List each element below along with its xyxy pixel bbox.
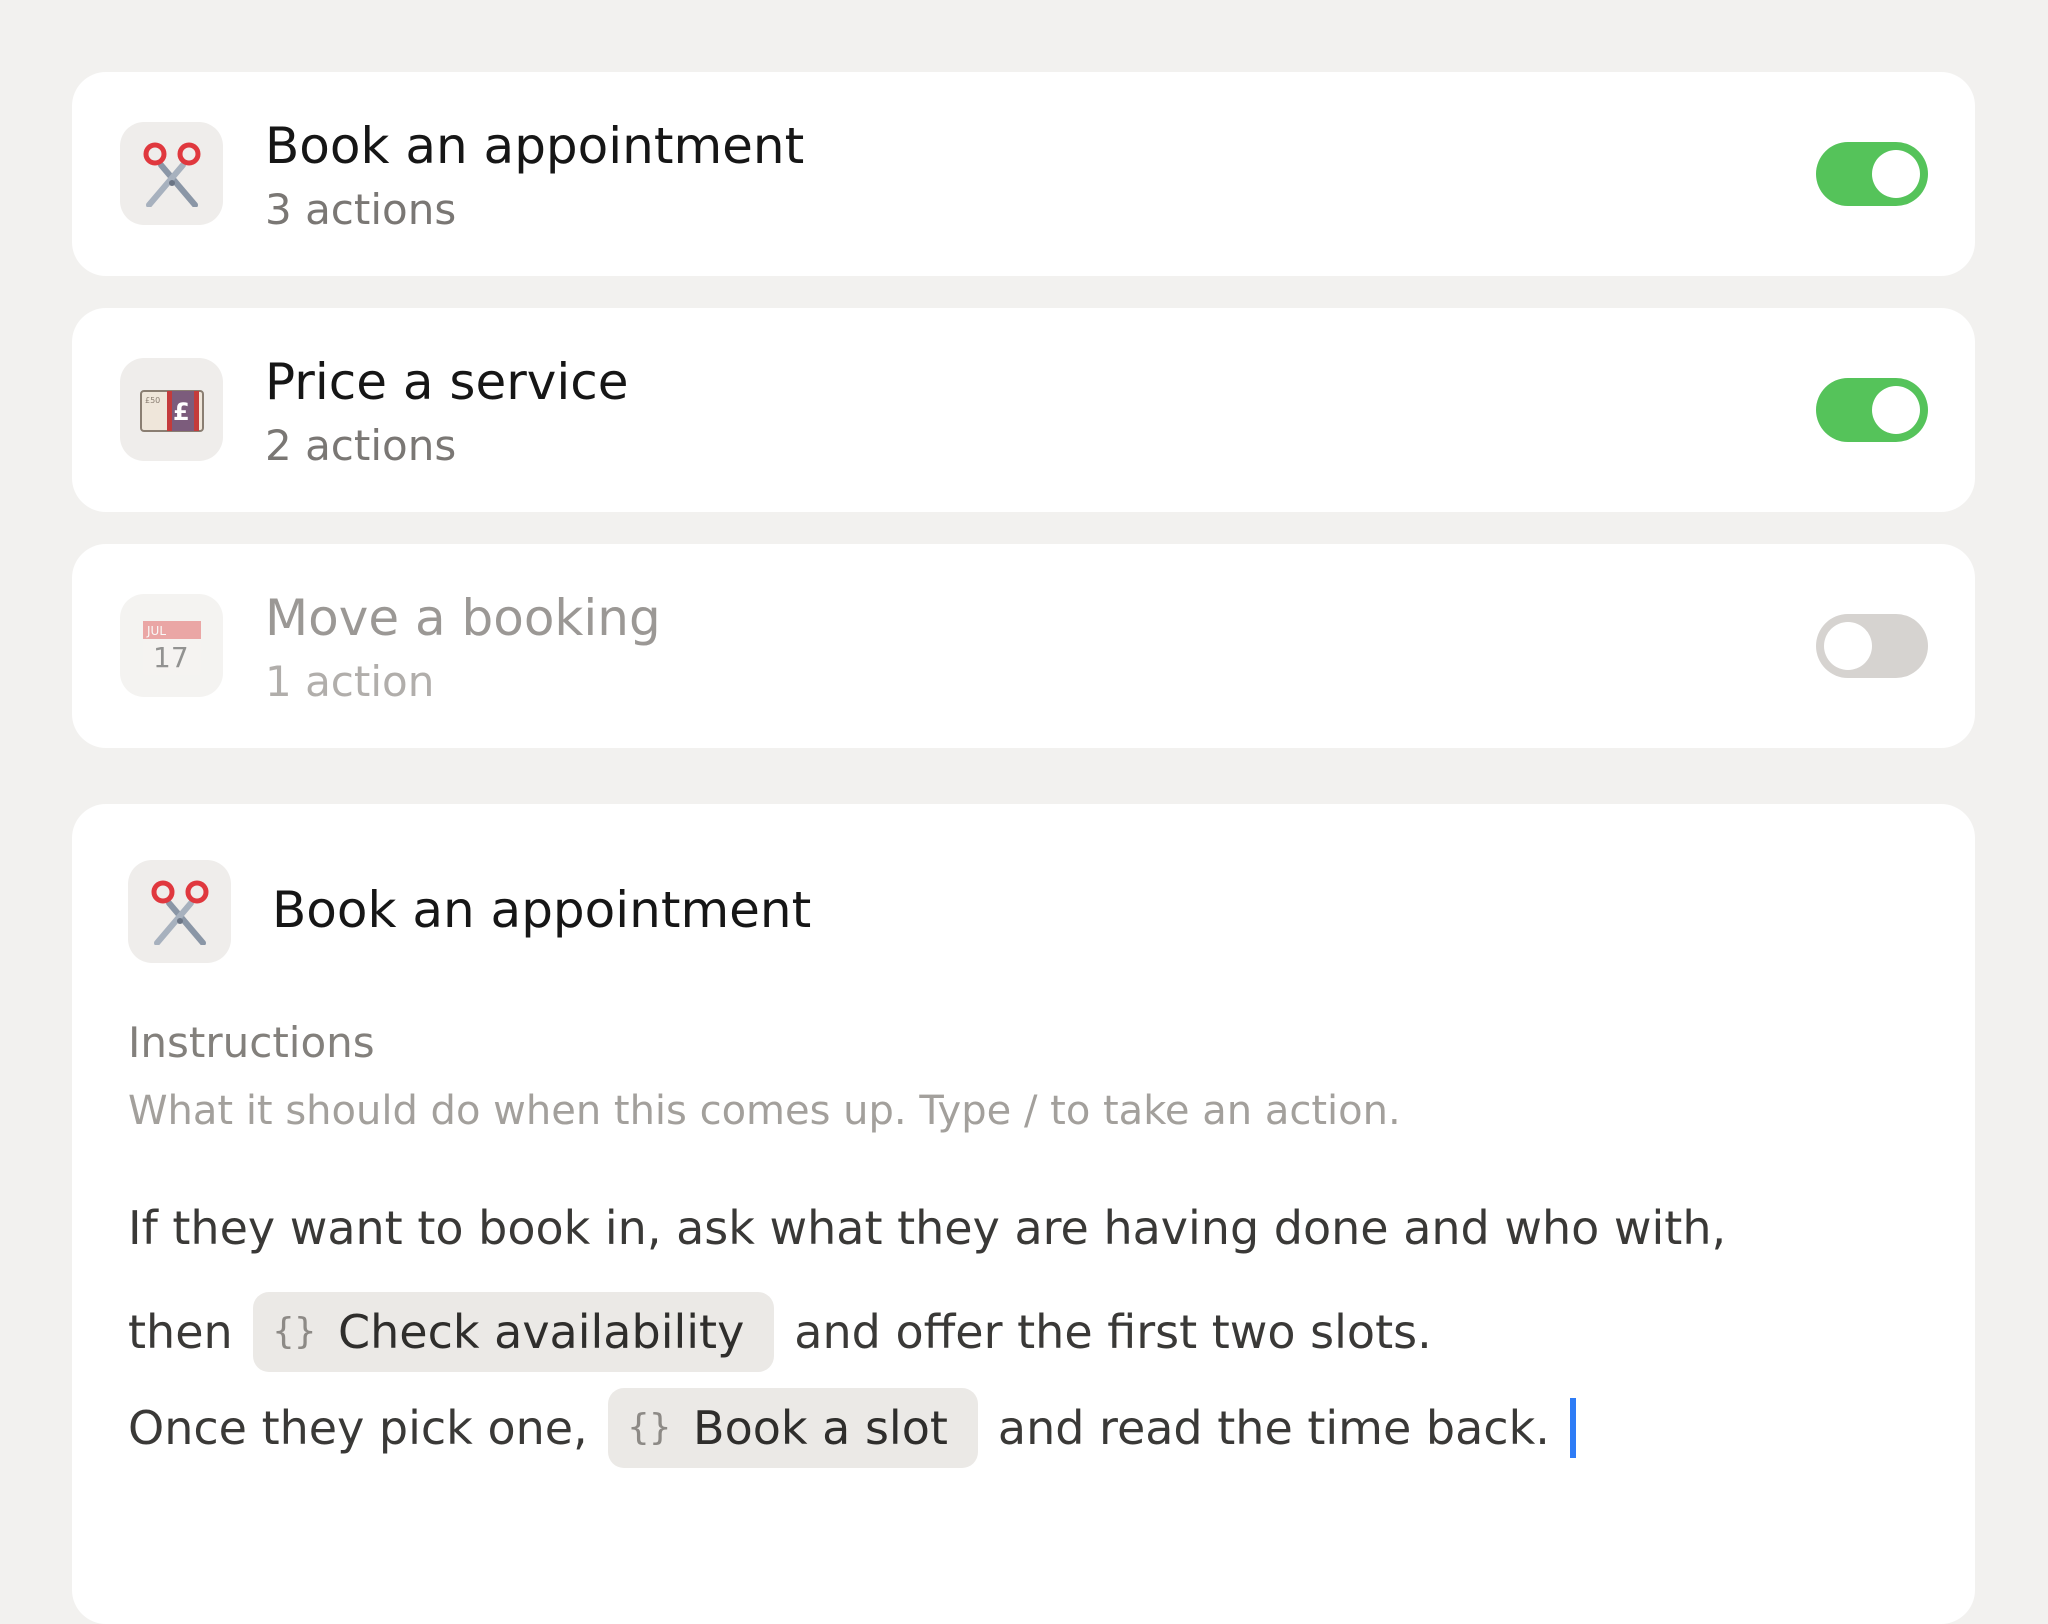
instruction-text: and offer the first two slots. (794, 1305, 1432, 1359)
action-chip-book-slot[interactable]: {} Book a slot (607, 1388, 978, 1468)
task-toggle-price-service[interactable] (1816, 378, 1928, 442)
task-detail-panel: Book an appointment Instructions What it… (72, 804, 1975, 1624)
instruction-text: and read the time back. (997, 1401, 1550, 1455)
task-toggle-book-appointment[interactable] (1816, 142, 1928, 206)
svg-text:£: £ (173, 398, 190, 426)
instruction-text: If they want to book in, ask what they a… (128, 1201, 1727, 1255)
instructions-label: Instructions (128, 1018, 375, 1067)
instructions-line-2[interactable]: then {} Check availability and offer the… (128, 1292, 1432, 1372)
instruction-text: Once they pick one, (128, 1401, 588, 1455)
calendar-icon: JUL 17 (120, 594, 223, 697)
task-card-book-appointment[interactable]: Book an appointment 3 actions (72, 72, 1975, 276)
task-action-count: 1 action (265, 657, 435, 706)
text-cursor (1569, 1398, 1576, 1458)
scissors-icon (128, 860, 231, 963)
task-card-move-booking[interactable]: JUL 17 Move a booking 1 action (72, 544, 1975, 748)
action-chip-label: Check availability (338, 1305, 745, 1359)
action-chip-label: Book a slot (693, 1401, 948, 1455)
instructions-help-text: What it should do when this comes up. Ty… (128, 1088, 1401, 1134)
toggle-knob (1824, 622, 1872, 670)
task-toggle-move-booking[interactable] (1816, 614, 1928, 678)
task-action-count: 3 actions (265, 185, 457, 234)
task-action-count: 2 actions (265, 421, 457, 470)
svg-text:£50: £50 (145, 396, 160, 405)
action-chip-check-availability[interactable]: {} Check availability (252, 1292, 775, 1372)
instructions-line-1[interactable]: If they want to book in, ask what they a… (128, 1198, 1726, 1258)
task-title: Book an appointment (265, 117, 805, 175)
instructions-line-3[interactable]: Once they pick one, {} Book a slot and r… (128, 1388, 1576, 1468)
pound-banknote-icon: £ £50 (120, 358, 223, 461)
task-title: Price a service (265, 353, 629, 411)
calendar-day: 17 (153, 641, 189, 674)
task-card-price-service[interactable]: £ £50 Price a service 2 actions (72, 308, 1975, 512)
braces-icon: {} (627, 1407, 672, 1448)
toggle-knob (1872, 386, 1920, 434)
braces-icon: {} (272, 1311, 317, 1352)
calendar-month: JUL (146, 624, 166, 638)
toggle-knob (1872, 150, 1920, 198)
scissors-icon (120, 122, 223, 225)
detail-title: Book an appointment (272, 881, 812, 939)
task-title: Move a booking (265, 589, 661, 647)
instruction-text: then (128, 1305, 233, 1359)
